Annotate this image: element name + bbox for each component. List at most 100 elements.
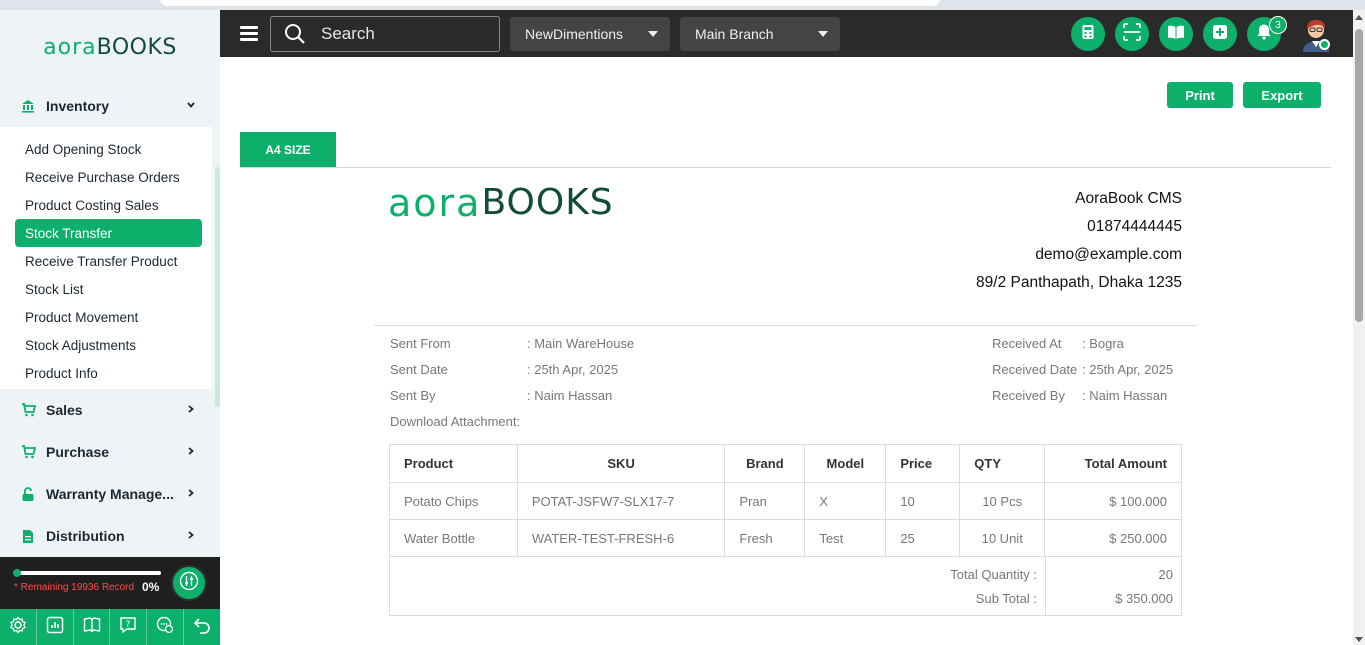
meta-row: Sent From: Main WareHouse xyxy=(390,330,634,356)
chevron-right-icon xyxy=(186,486,196,501)
chevron-right-icon xyxy=(186,444,196,459)
scroll-up-arrow-icon[interactable] xyxy=(1355,15,1363,20)
meta-row: Received By: Naim Hassan xyxy=(992,382,1173,408)
cell-model: X xyxy=(804,482,887,520)
submenu-item-receive-purchase-orders[interactable]: Receive Purchase Orders xyxy=(0,163,212,191)
cell-total-amount: $ 250.000 xyxy=(1044,519,1182,557)
cell-product: Potato Chips xyxy=(389,482,518,520)
document-icon xyxy=(20,528,36,544)
calculator-icon xyxy=(1080,24,1096,45)
search-box[interactable] xyxy=(270,16,500,52)
totals-divider xyxy=(1045,557,1046,615)
transfer-received-details: Received At: Bogra Received Date: 25th A… xyxy=(992,330,1173,408)
upgrade-button[interactable] xyxy=(171,565,207,601)
document-divider xyxy=(374,325,1197,326)
subtotal-label: Sub Total : xyxy=(975,591,1037,606)
meta-row: Download Attachment: xyxy=(390,408,634,434)
quick-add-button[interactable] xyxy=(1203,17,1237,51)
subtotal-value: $ 350.000 xyxy=(1115,591,1173,606)
table-row: Water Bottle WATER-TEST-FRESH-6 Fresh Te… xyxy=(389,519,1182,557)
meta-label: Received Date xyxy=(992,361,1078,377)
submenu-item-product-costing-sales[interactable]: Product Costing Sales xyxy=(0,191,212,219)
sidebar: aora BOOKS Inventory Add Opening Stock Re… xyxy=(0,10,220,645)
totals-section: Total Quantity : 20 Sub Total : $ 350.00… xyxy=(389,557,1182,616)
chevron-right-icon xyxy=(186,528,196,543)
guide-button[interactable] xyxy=(74,609,111,645)
submenu-item-stock-transfer[interactable]: Stock Transfer xyxy=(15,219,202,247)
reports-button[interactable] xyxy=(37,609,74,645)
submenu-item-add-opening-stock[interactable]: Add Opening Stock xyxy=(0,135,212,163)
transfer-items-table: Product SKU Brand Model Price QTY Total … xyxy=(389,444,1182,557)
cell-price: 25 xyxy=(885,519,961,557)
tab-a4-size[interactable]: A4 SIZE xyxy=(240,132,336,168)
sidebar-item-label: Purchase xyxy=(46,444,110,460)
column-header-sku: SKU xyxy=(516,444,726,483)
submenu-item-receive-transfer-product[interactable]: Receive Transfer Product xyxy=(0,247,212,275)
document-logo-left: aora xyxy=(388,181,482,225)
scrollbar-thumb[interactable] xyxy=(1355,29,1363,322)
cell-qty: 10 Pcs xyxy=(959,482,1046,520)
brand-logo[interactable]: aora BOOKS xyxy=(0,10,220,85)
sidebar-item-label: Warranty Manage... xyxy=(46,486,174,502)
scroll-down-arrow-icon[interactable] xyxy=(1355,637,1363,642)
chart-icon xyxy=(46,616,64,639)
remaining-records-text: * Remaining 19936 Record xyxy=(14,582,135,593)
meta-label: Download Attachment xyxy=(390,413,517,429)
column-header-model: Model xyxy=(804,444,887,483)
submenu-item-stock-list[interactable]: Stock List xyxy=(0,275,212,303)
submenu-item-product-info[interactable]: Product Info xyxy=(0,359,212,387)
brand-logo-left: aora xyxy=(43,35,97,60)
caret-down-icon xyxy=(648,31,658,37)
sliders-icon xyxy=(179,571,199,596)
notification-count-badge: 3 xyxy=(1269,16,1287,34)
meta-value: : 25th Apr, 2025 xyxy=(527,361,619,377)
scan-button[interactable] xyxy=(1115,17,1149,51)
calculator-button[interactable] xyxy=(1071,17,1105,51)
meta-row: Received Date: 25th Apr, 2025 xyxy=(992,356,1173,382)
print-button[interactable]: Print xyxy=(1167,82,1233,108)
back-button[interactable] xyxy=(184,609,220,645)
sidebar-item-label: Sales xyxy=(46,402,83,418)
total-quantity-label: Total Quantity : xyxy=(950,567,1037,582)
online-status-dot xyxy=(1319,39,1330,50)
meta-value: : Naim Hassan xyxy=(1082,387,1168,403)
address-bar[interactable] xyxy=(160,0,940,6)
chat-button[interactable] xyxy=(147,609,185,645)
submenu-item-stock-adjustments[interactable]: Stock Adjustments xyxy=(0,331,212,359)
cell-model: Test xyxy=(804,519,887,557)
settings-button[interactable] xyxy=(0,609,37,645)
sidebar-item-inventory[interactable]: Inventory xyxy=(0,85,220,127)
unlock-icon xyxy=(20,486,36,502)
hamburger-menu-icon[interactable] xyxy=(240,26,258,41)
ledger-button[interactable] xyxy=(1159,17,1193,51)
svg-text:?: ? xyxy=(126,620,131,630)
page-scrollbar[interactable] xyxy=(1353,10,1365,645)
table-row: Potato Chips POTAT-JSFW7-SLX17-7 Pran X … xyxy=(389,482,1182,520)
meta-label: Sent From xyxy=(390,335,451,351)
company-select[interactable]: NewDimentions xyxy=(510,17,670,51)
column-header-product: Product xyxy=(389,444,518,483)
export-button[interactable]: Export xyxy=(1243,82,1321,108)
book-open-icon xyxy=(1167,24,1185,45)
cell-total-amount: $ 100.000 xyxy=(1044,482,1182,520)
sidebar-item-sales[interactable]: Sales xyxy=(0,389,220,431)
chat-icon xyxy=(156,616,174,639)
meta-row: Received At: Bogra xyxy=(992,330,1173,356)
meta-value: : 25th Apr, 2025 xyxy=(1082,361,1174,377)
sidebar-item-purchase[interactable]: Purchase xyxy=(0,431,220,473)
brand-logo-right: BOOKS xyxy=(96,35,177,60)
meta-row: Sent By: Naim Hassan xyxy=(390,382,634,408)
sidebar-item-distribution[interactable]: Distribution xyxy=(0,515,220,557)
chevron-down-icon xyxy=(186,98,196,113)
search-input[interactable] xyxy=(321,24,491,44)
help-button[interactable]: ? xyxy=(110,609,148,645)
sidebar-item-label: Distribution xyxy=(46,528,125,544)
sidebar-item-warranty[interactable]: Warranty Manage... xyxy=(0,473,220,515)
branch-select[interactable]: Main Branch xyxy=(680,17,840,51)
company-address: 89/2 Panthapath, Dhaka 1235 xyxy=(976,274,1182,291)
download-attachment-link[interactable]: : xyxy=(516,414,520,429)
meta-row: Sent Date: 25th Apr, 2025 xyxy=(390,356,634,382)
submenu-item-product-movement[interactable]: Product Movement xyxy=(0,303,212,331)
cell-sku: POTAT-JSFW7-SLX17-7 xyxy=(516,482,726,520)
help-icon: ? xyxy=(119,616,137,639)
